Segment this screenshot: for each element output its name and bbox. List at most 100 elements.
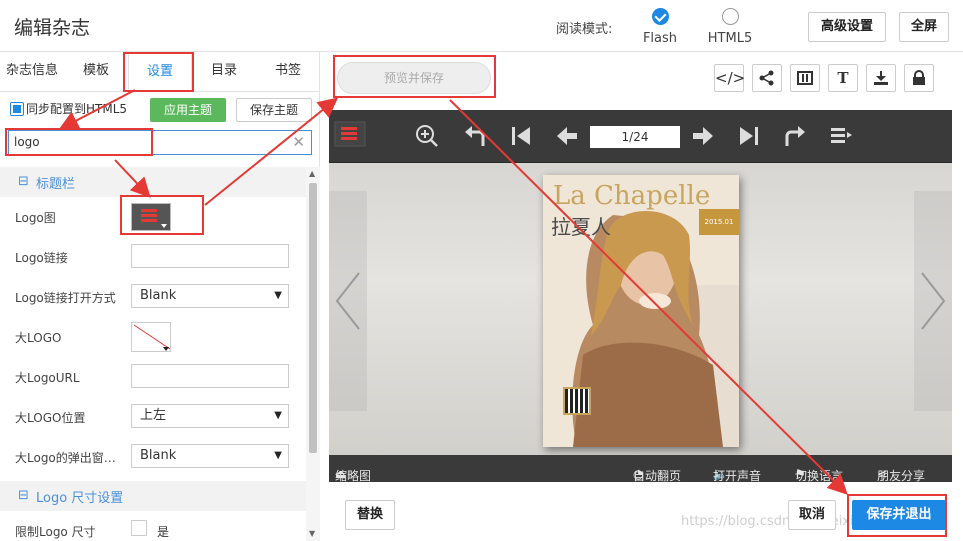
table-of-contents-icon[interactable] [829, 124, 853, 154]
annotation-box-search [5, 128, 153, 156]
checkbox-checked-icon [10, 101, 24, 116]
language-label: 切换语言 [795, 469, 844, 483]
book-icon[interactable] [790, 64, 820, 92]
row-label: 限制Logo 尺寸 [15, 525, 96, 539]
chevron-left-icon [335, 272, 360, 330]
qr-code-icon [563, 387, 591, 415]
magazine-cover[interactable]: La Chapelle 拉夏人 2015.01 [543, 175, 739, 447]
annotation-box-logo-image [120, 195, 204, 235]
viewer-logo [333, 118, 379, 154]
clear-icon[interactable]: ✕ [292, 133, 305, 151]
logo-icon [334, 121, 366, 147]
empty-image-icon [133, 324, 170, 351]
select-value: Blank [140, 288, 177, 303]
read-mode-label: 阅读模式: [556, 22, 613, 37]
chevron-right-icon [921, 272, 946, 330]
page-stage: La Chapelle 拉夏人 2015.01 [329, 163, 952, 455]
download-glyph [874, 71, 888, 85]
code-icon[interactable]: </> [714, 64, 745, 92]
book-glyph [797, 71, 813, 85]
radio-html5-label: HTML5 [707, 31, 753, 46]
chevron-down-icon: ▼ [274, 410, 282, 421]
share-icon: ⋖ [877, 467, 888, 481]
section-title: Logo 尺寸设置 [36, 491, 124, 506]
annotation-box-save-exit [847, 494, 947, 537]
last-page-icon[interactable] [737, 124, 761, 154]
apply-theme-button[interactable]: 应用主题 [150, 98, 226, 122]
viewer-toolbar: 1/24 [329, 110, 952, 163]
first-page-icon[interactable] [509, 124, 533, 154]
scrollbar[interactable]: ▲ ▼ [306, 167, 320, 541]
logo-link-target-select[interactable]: Blank ▼ [131, 284, 289, 308]
sync-html5-label: 同步配置到HTML5 [26, 102, 128, 116]
limit-logo-size-checkbox[interactable] [131, 520, 147, 536]
tab-magazine-info[interactable]: 杂志信息 [0, 52, 64, 92]
row-label: 大LOGO [15, 331, 62, 345]
redo-icon[interactable] [783, 124, 807, 154]
viewer-bottom-bar: ⏏ 缩略图 ◔ 自动翻页 🔈 打开声音 ⚑ 切换语言 朋友分享 ⋖ [329, 455, 952, 483]
row-label: Logo链接打开方式 [15, 291, 116, 305]
scrollbar-thumb[interactable] [309, 183, 317, 453]
row-label: 大LOGO位置 [15, 411, 86, 425]
section-title-bar[interactable]: ⊟ 标题栏 [0, 167, 306, 197]
next-page-icon[interactable] [691, 124, 715, 154]
fullscreen-button[interactable]: 全屏 [899, 12, 949, 42]
page-title: 编辑杂志 [14, 17, 91, 39]
section-logo-size[interactable]: ⊟ Logo 尺寸设置 [0, 481, 306, 511]
row-label: Logo链接 [15, 251, 68, 265]
advanced-settings-button[interactable]: 高级设置 [808, 12, 886, 42]
zoom-in-icon[interactable] [415, 124, 439, 154]
share-icon[interactable] [752, 64, 782, 92]
cover-subtitle: 拉夏人 [551, 215, 611, 239]
row-label: Logo图 [15, 211, 56, 225]
logo-link-input[interactable] [131, 244, 289, 268]
cancel-button[interactable]: 取消 [788, 500, 836, 530]
big-logo-picker[interactable] [131, 322, 171, 352]
page-number-input[interactable]: 1/24 [590, 126, 680, 148]
header: 编辑杂志 阅读模式: Flash HTML5 高级设置 全屏 [0, 0, 963, 52]
radio-flash-label: Flash [642, 31, 678, 46]
radio-flash[interactable]: Flash [628, 8, 692, 46]
scroll-up-icon[interactable]: ▲ [309, 169, 315, 178]
collapse-icon: ⊟ [18, 488, 29, 503]
undo-icon[interactable] [463, 124, 487, 154]
select-value: Blank [140, 448, 177, 463]
thumbnails-label: 缩略图 [335, 469, 372, 483]
tab-template[interactable]: 模板 [64, 52, 128, 92]
big-logo-popup-select[interactable]: Blank ▼ [131, 444, 289, 468]
lock-icon[interactable] [904, 64, 934, 92]
annotation-box-preview [333, 55, 496, 98]
radio-unchecked-icon [721, 8, 739, 25]
settings-panel: 杂志信息 模板 设置 目录 书签 同步配置到HTML5 应用主题 保存主题 lo… [0, 52, 320, 541]
sound-label: 打开声音 [713, 469, 762, 483]
prev-page-arrow[interactable] [329, 191, 367, 411]
select-value: 上左 [140, 408, 167, 423]
row-label: 大LogoURL [15, 371, 80, 385]
sync-html5-checkbox[interactable]: 同步配置到HTML5 [10, 100, 127, 117]
row-label: 大Logo的弹出窗口... [15, 451, 127, 465]
download-icon[interactable] [866, 64, 896, 92]
flipbook-viewer: 1/24 La Chapelle 拉夏人 2015.01 ⏏ 缩略图 ◔ 自动翻… [329, 110, 952, 483]
section-title: 标题栏 [36, 177, 76, 192]
save-theme-button[interactable]: 保存主题 [236, 98, 312, 122]
auto-flip-label: 自动翻页 [633, 469, 682, 483]
annotation-box-settings-tab [123, 52, 194, 92]
tab-bookmarks[interactable]: 书签 [256, 52, 320, 92]
radio-html5[interactable]: HTML5 [698, 8, 762, 46]
app-root: 编辑杂志 阅读模式: Flash HTML5 高级设置 全屏 杂志信息 模板 设… [0, 0, 963, 541]
text-icon[interactable]: T [828, 64, 858, 92]
preview-panel: 预览并保存 </> T 1/24 La Chapelle 拉夏人 2015.01… [321, 52, 963, 541]
chevron-down-icon: ▼ [274, 290, 282, 301]
collapse-icon: ⊟ [18, 174, 29, 189]
chevron-down-icon: ▼ [274, 450, 282, 461]
big-logo-position-select[interactable]: 上左 ▼ [131, 404, 289, 428]
big-logo-url-input[interactable] [131, 364, 289, 388]
cover-title: La Chapelle [553, 181, 711, 211]
radio-checked-icon [651, 8, 669, 25]
share-glyph [759, 70, 774, 86]
tab-toc[interactable]: 目录 [192, 52, 256, 92]
next-page-arrow[interactable] [914, 191, 952, 411]
scroll-down-icon[interactable]: ▼ [309, 529, 315, 538]
previous-page-icon[interactable] [555, 124, 579, 154]
replace-button[interactable]: 替换 [345, 500, 395, 530]
